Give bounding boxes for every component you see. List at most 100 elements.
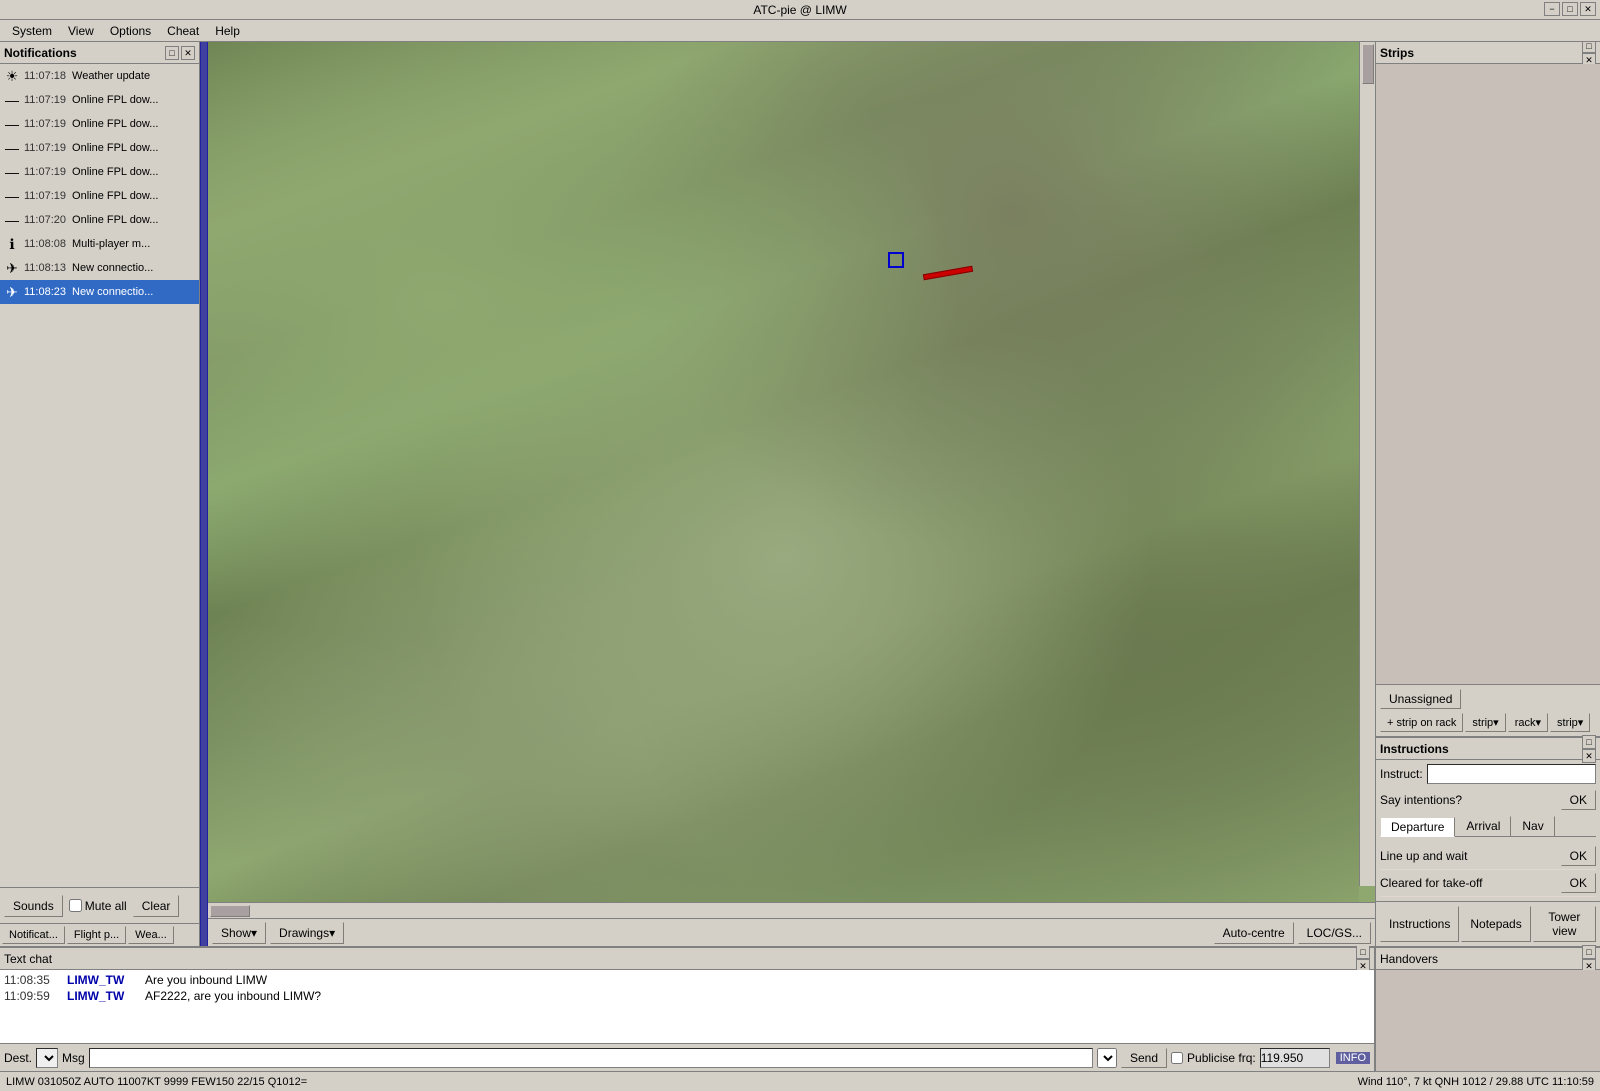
map-scrollbar-horizontal[interactable]: [208, 902, 1375, 918]
position-indicator: [888, 252, 904, 268]
chat-dest-select[interactable]: [36, 1048, 58, 1068]
loc-gs-button[interactable]: LOC/GS...: [1298, 922, 1371, 944]
show-button[interactable]: Show▾: [212, 922, 266, 944]
chat-messages: 11:08:35 LIMW_TW Are you inbound LIMW 11…: [0, 970, 1374, 1043]
tab-tower-view[interactable]: Tower view: [1533, 906, 1596, 942]
chat-message-2: 11:09:59 LIMW_TW AF2222, are you inbound…: [4, 988, 1370, 1004]
notif-text: Multi-player m...: [72, 238, 150, 250]
strip2-dropdown-button[interactable]: strip▾: [1550, 713, 1590, 732]
bottom-area: Text chat □ ✕ 11:08:35 LIMW_TW Are you i…: [0, 946, 1600, 1071]
map-toolbar: Show▾ Drawings▾ Auto-centre LOC/GS...: [208, 918, 1375, 946]
drawings-button[interactable]: Drawings▾: [270, 922, 344, 944]
notif-item-fpl-2[interactable]: — 11:07:19 Online FPL dow...: [0, 112, 199, 136]
strip-on-rack-button[interactable]: + strip on rack: [1380, 713, 1463, 732]
tab-weather[interactable]: Wea...: [128, 926, 174, 944]
aircraft-marker[interactable]: [923, 266, 973, 281]
unassigned-tab[interactable]: Unassigned: [1380, 689, 1461, 709]
notif-item-multiplayer[interactable]: ℹ 11:08:08 Multi-player m...: [0, 232, 199, 256]
tab-nav[interactable]: Nav: [1511, 816, 1554, 836]
notifications-panel: Notifications □ ✕ ☀ 11:07:18 Weather upd…: [0, 42, 200, 946]
instructions-panel: Instructions □ ✕ Instruct: Say intention…: [1376, 736, 1600, 946]
notif-time: 11:07:18: [24, 70, 66, 82]
strips-controls: Unassigned + strip on rack strip▾ rack▾ …: [1376, 684, 1600, 736]
notif-text: Online FPL dow...: [72, 214, 158, 226]
tab-notifications[interactable]: Notificat...: [2, 926, 65, 944]
sounds-button[interactable]: Sounds: [4, 895, 63, 917]
chat-format-select[interactable]: [1097, 1048, 1117, 1068]
tab-notepads[interactable]: Notepads: [1461, 906, 1530, 942]
info-tag: INFO: [1336, 1052, 1370, 1064]
clear-button[interactable]: Clear: [133, 895, 180, 917]
notif-item-fpl-3[interactable]: — 11:07:19 Online FPL dow...: [0, 136, 199, 160]
cleared-takeoff-ok-button[interactable]: OK: [1561, 873, 1596, 893]
notif-time: 11:07:19: [24, 166, 66, 178]
auto-centre-button[interactable]: Auto-centre: [1214, 922, 1294, 944]
chat-sender: LIMW_TW: [67, 989, 137, 1003]
say-intentions-ok-button[interactable]: OK: [1561, 790, 1596, 810]
notifications-title: Notifications: [4, 46, 77, 60]
close-button[interactable]: ✕: [1580, 2, 1596, 16]
tab-arrival[interactable]: Arrival: [1455, 816, 1511, 836]
map-scrollbar-vertical[interactable]: [1359, 42, 1375, 886]
window-title: ATC-pie @ LIMW: [753, 3, 846, 17]
notif-time: 11:07:19: [24, 142, 66, 154]
notif-item-fpl-5[interactable]: — 11:07:19 Online FPL dow...: [0, 184, 199, 208]
fpl-icon: —: [4, 164, 20, 180]
instructions-close-button[interactable]: ✕: [1582, 749, 1596, 763]
left-panel-tabs: Notificat... Flight p... Wea...: [0, 923, 199, 946]
tab-departure[interactable]: Departure: [1380, 817, 1455, 837]
chat-float-button[interactable]: □: [1356, 945, 1370, 959]
notifications-list: ☀ 11:07:18 Weather update — 11:07:19 Onl…: [0, 64, 199, 887]
chat-sender: LIMW_TW: [67, 973, 137, 987]
fpl-icon: —: [4, 116, 20, 132]
notif-item-fpl-4[interactable]: — 11:07:19 Online FPL dow...: [0, 160, 199, 184]
notif-item-weather[interactable]: ☀ 11:07:18 Weather update: [0, 64, 199, 88]
notif-item-conn-2[interactable]: ✈ 11:08:23 New connectio...: [0, 280, 199, 304]
cleared-takeoff-text: Cleared for take-off: [1380, 876, 1483, 890]
map-terrain: [208, 42, 1359, 902]
instructions-float-button[interactable]: □: [1582, 735, 1596, 749]
menu-help[interactable]: Help: [207, 22, 248, 40]
strip-dropdown-button[interactable]: strip▾: [1465, 713, 1505, 732]
chat-input-row: Dest. Msg Send Publicise frq: INFO: [0, 1043, 1374, 1071]
chat-message-input[interactable]: [89, 1048, 1093, 1068]
chat-text: AF2222, are you inbound LIMW?: [145, 989, 1370, 1003]
notif-text: Online FPL dow...: [72, 94, 158, 106]
notif-item-fpl-1[interactable]: — 11:07:19 Online FPL dow...: [0, 88, 199, 112]
notif-time: 11:07:19: [24, 190, 66, 202]
mute-all-label: Mute all: [69, 899, 127, 913]
map-scrollbar-v-thumb[interactable]: [1362, 44, 1374, 84]
frequency-input[interactable]: [1260, 1048, 1330, 1068]
map-canvas[interactable]: [208, 42, 1375, 902]
notifications-float-button[interactable]: □: [165, 46, 179, 60]
menu-cheat[interactable]: Cheat: [159, 22, 207, 40]
notif-text: Online FPL dow...: [72, 166, 158, 178]
strips-float-button[interactable]: □: [1582, 42, 1596, 53]
send-button[interactable]: Send: [1121, 1048, 1167, 1068]
menu-options[interactable]: Options: [102, 22, 159, 40]
instruct-input[interactable]: [1427, 764, 1596, 784]
chat-title: Text chat: [4, 952, 52, 966]
notif-item-conn-1[interactable]: ✈ 11:08:13 New connectio...: [0, 256, 199, 280]
notif-item-fpl-6[interactable]: — 11:07:20 Online FPL dow...: [0, 208, 199, 232]
line-up-wait-ok-button[interactable]: OK: [1561, 846, 1596, 866]
map-scrollbar-h-thumb[interactable]: [210, 905, 250, 917]
notifications-close-button[interactable]: ✕: [181, 46, 195, 60]
main-layout: Notifications □ ✕ ☀ 11:07:18 Weather upd…: [0, 42, 1600, 1091]
maximize-button[interactable]: □: [1562, 2, 1578, 16]
instructions-footer-tabs: Instructions Notepads Tower view: [1376, 901, 1600, 946]
notif-time: 11:08:13: [24, 262, 66, 274]
tab-instructions[interactable]: Instructions: [1380, 906, 1459, 942]
rack-dropdown-button[interactable]: rack▾: [1508, 713, 1548, 732]
publicise-frq-checkbox[interactable]: [1171, 1052, 1183, 1064]
tab-flight-plan[interactable]: Flight p...: [67, 926, 126, 944]
minimize-button[interactable]: −: [1544, 2, 1560, 16]
menu-system[interactable]: System: [4, 22, 60, 40]
aircraft-icon: ✈: [4, 260, 20, 276]
chat-panel: Text chat □ ✕ 11:08:35 LIMW_TW Are you i…: [0, 948, 1375, 1071]
handovers-float-button[interactable]: □: [1582, 945, 1596, 959]
right-panel: Strips □ ✕ Unassigned + strip on rack st…: [1375, 42, 1600, 946]
menu-view[interactable]: View: [60, 22, 102, 40]
mute-all-text: Mute all: [85, 899, 127, 913]
mute-all-checkbox[interactable]: [69, 899, 82, 912]
